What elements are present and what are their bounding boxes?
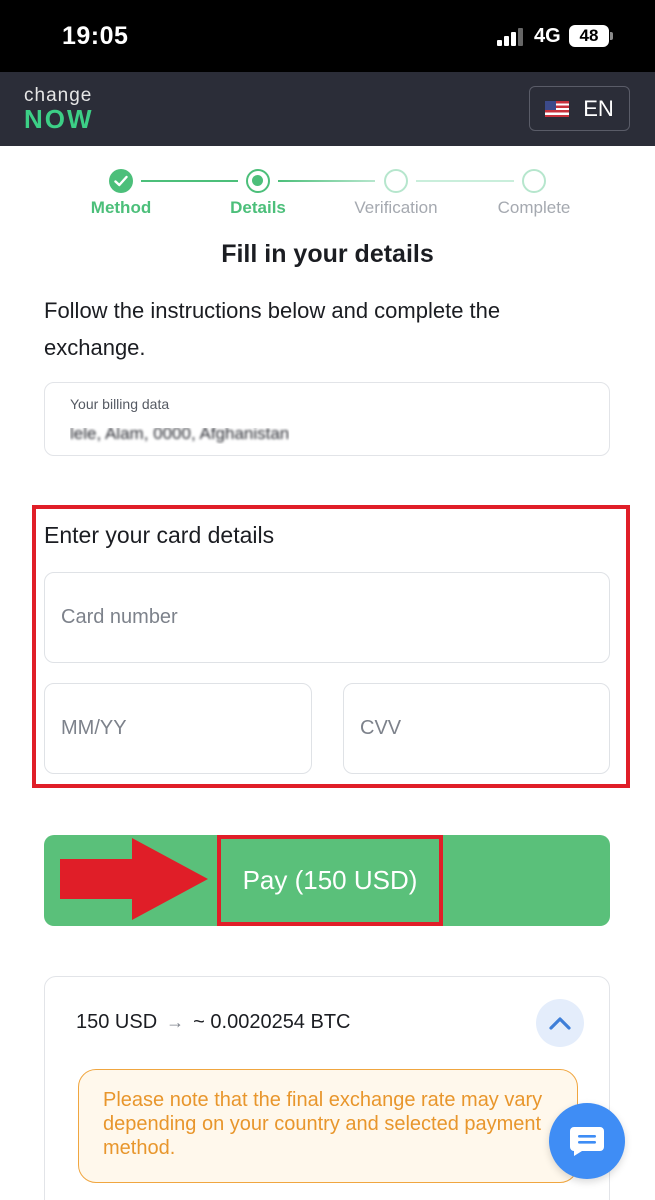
status-bar: 19:05 4G 48 — [0, 0, 655, 72]
step-label-complete: Complete — [497, 198, 571, 217]
cvv-field — [343, 683, 610, 774]
step-method-check-icon — [109, 169, 133, 193]
exchange-rate: 150 USD → ~ 0.0020254 BTC — [76, 1011, 351, 1034]
step-label-verification: Verification — [354, 198, 438, 217]
step-verification-icon — [384, 169, 408, 193]
red-arrow-icon — [60, 838, 208, 920]
cvv-input[interactable] — [344, 684, 609, 773]
billing-label: Your billing data — [70, 396, 170, 412]
step-line-3 — [416, 180, 514, 182]
chevron-up-icon[interactable] — [536, 999, 584, 1047]
battery-icon: 48 — [569, 25, 609, 47]
progress-stepper: Method Details Verification Complete — [0, 160, 655, 230]
arrow-right-icon: → — [166, 1012, 185, 1032]
network-type: 4G — [534, 25, 561, 47]
card-details-title: Enter your card details — [44, 522, 275, 548]
card-number-input[interactable] — [45, 573, 609, 662]
card-number-field — [44, 572, 610, 663]
pay-button-label[interactable]: Pay (150 USD) — [217, 835, 443, 926]
instructions-text: Follow the instructions below and comple… — [44, 298, 501, 360]
expiry-input[interactable] — [45, 684, 311, 773]
rate-from: 150 USD — [76, 1011, 158, 1033]
exchange-rate-notice: Please note that the final exchange rate… — [78, 1069, 578, 1183]
us-flag-icon — [545, 100, 570, 117]
logo-top-text: change — [24, 85, 93, 106]
step-details-icon — [246, 169, 270, 193]
language-button[interactable]: EN — [529, 86, 630, 131]
logo-bottom-text: NOW — [24, 104, 94, 134]
app-header: change NOW EN — [0, 72, 655, 146]
page-title: Fill in your details — [221, 240, 434, 268]
language-label: EN — [583, 95, 614, 121]
step-label-method: Method — [90, 198, 152, 217]
chat-icon[interactable] — [549, 1103, 625, 1179]
step-line-2 — [278, 180, 375, 182]
battery-tip — [610, 32, 613, 40]
step-line-1 — [141, 180, 238, 182]
signal-icon — [497, 28, 527, 46]
billing-value: lele, Alam, 0000, Afghanistan — [70, 424, 290, 443]
step-complete-icon — [522, 169, 546, 193]
billing-data-field[interactable]: Your billing data lele, Alam, 0000, Afgh… — [44, 382, 610, 456]
rate-to: ~ 0.0020254 BTC — [193, 1011, 351, 1033]
status-time: 19:05 — [62, 22, 129, 50]
step-label-details: Details — [230, 198, 286, 217]
expiry-field — [44, 683, 312, 774]
logo[interactable]: change NOW — [24, 86, 94, 132]
